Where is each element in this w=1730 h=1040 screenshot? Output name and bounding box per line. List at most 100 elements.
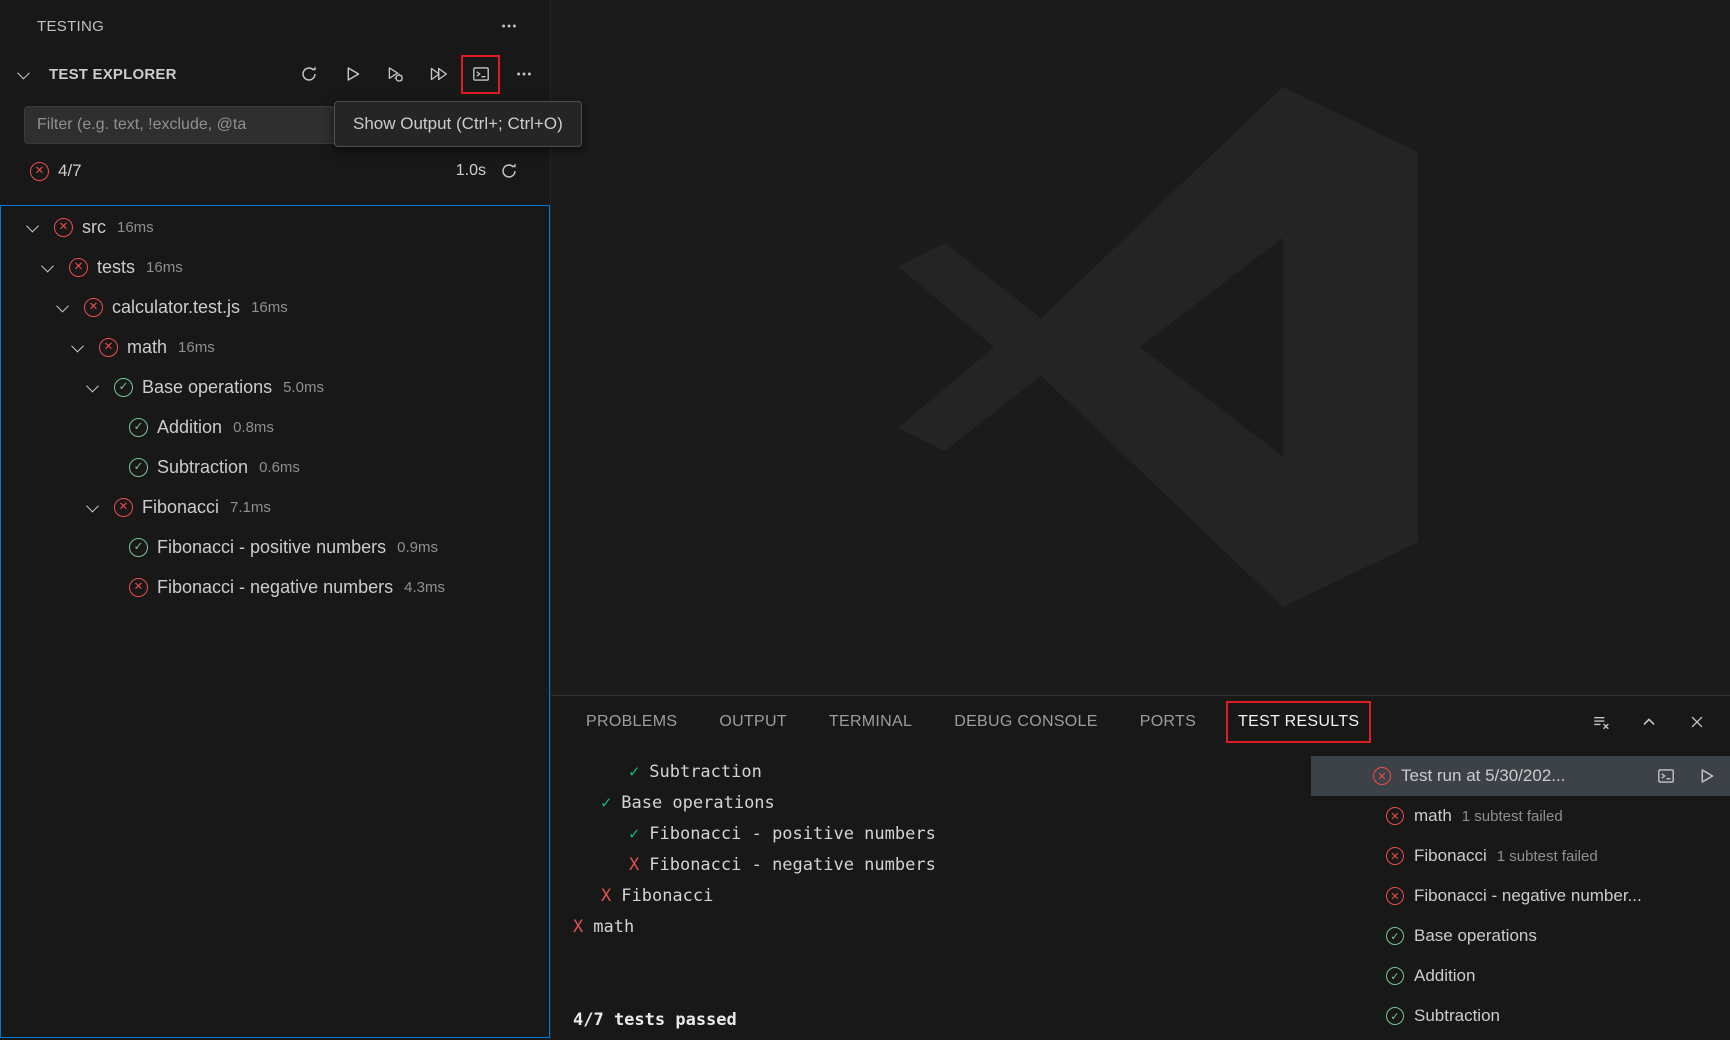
test-fail-icon	[129, 578, 148, 597]
fail-mark: X	[601, 881, 611, 912]
output-line: ✓Fibonacci - positive numbers	[551, 819, 1311, 850]
result-label: Subtraction	[1414, 1006, 1500, 1026]
test-name: math	[127, 337, 167, 358]
tab-terminal[interactable]: TERMINAL	[829, 713, 912, 731]
testing-sidebar: TESTING TEST EXPLORER	[0, 0, 551, 1040]
result-row-math[interactable]: math 1 subtest failed	[1311, 796, 1730, 836]
test-summary: 4/7 tests passed	[551, 1005, 1311, 1036]
output-text: math	[593, 917, 634, 937]
result-row-fibonacci[interactable]: Fibonacci 1 subtest failed	[1311, 836, 1730, 876]
result-label: math	[1414, 806, 1452, 826]
fail-mark: X	[573, 912, 583, 943]
output-spacer	[551, 943, 1311, 1005]
tree-item-fibonacci-negative[interactable]: Fibonacci - negative numbers 4.3ms	[1, 567, 549, 607]
result-label: Fibonacci - negative number...	[1414, 886, 1642, 906]
test-status-row: 4/7 1.0s	[0, 150, 550, 192]
error-icon	[30, 162, 49, 181]
bottom-panel: PROBLEMS OUTPUT TERMINAL DEBUG CONSOLE P…	[551, 695, 1730, 1040]
maximize-panel-icon[interactable]	[1638, 711, 1660, 733]
test-pass-icon	[1386, 927, 1404, 945]
show-output-icon[interactable]	[471, 65, 490, 84]
chevron-down-icon[interactable]	[53, 298, 71, 316]
editor-area	[551, 0, 1730, 695]
test-pass-icon	[129, 538, 148, 557]
test-fail-icon	[54, 218, 73, 237]
result-label: Fibonacci	[1414, 846, 1487, 866]
run-tests-icon[interactable]	[342, 65, 361, 84]
tab-test-results[interactable]: TEST RESULTS	[1238, 713, 1359, 731]
output-text: Fibonacci	[621, 886, 713, 906]
tree-item-src[interactable]: src 16ms	[1, 207, 549, 247]
test-output-console[interactable]: ✓Subtraction ✓Base operations ✓Fibonacci…	[551, 748, 1311, 1040]
tree-item-math[interactable]: math 16ms	[1, 327, 549, 367]
show-run-output-icon[interactable]	[1656, 766, 1676, 786]
test-pass-icon	[129, 418, 148, 437]
tree-item-subtraction[interactable]: Subtraction 0.6ms	[1, 447, 549, 487]
test-explorer-more-icon[interactable]	[514, 65, 533, 84]
rerun-icon[interactable]	[498, 160, 520, 182]
test-pass-icon	[114, 378, 133, 397]
test-fail-icon	[1386, 807, 1404, 825]
test-tree: src 16ms tests 16ms calculator.test.js 1…	[0, 205, 550, 1038]
test-fail-icon	[69, 258, 88, 277]
tree-item-tests[interactable]: tests 16ms	[1, 247, 549, 287]
test-duration: 16ms	[146, 259, 183, 276]
output-text: Subtraction	[649, 762, 762, 782]
clear-output-icon[interactable]	[1590, 711, 1612, 733]
test-name: Base operations	[142, 377, 272, 398]
twisty-placeholder	[98, 578, 116, 596]
test-duration: 5.0ms	[283, 379, 324, 396]
tree-item-addition[interactable]: Addition 0.8ms	[1, 407, 549, 447]
result-row-base-operations[interactable]: Base operations	[1311, 916, 1730, 956]
panel-tabs: PROBLEMS OUTPUT TERMINAL DEBUG CONSOLE P…	[586, 713, 1359, 731]
result-row-subtraction[interactable]: Subtraction	[1311, 996, 1730, 1036]
fail-mark: X	[629, 850, 639, 881]
refresh-tests-icon[interactable]	[299, 65, 318, 84]
result-row-addition[interactable]: Addition	[1311, 956, 1730, 996]
tab-problems[interactable]: PROBLEMS	[586, 713, 677, 731]
tab-debug-console[interactable]: DEBUG CONSOLE	[954, 713, 1098, 731]
chevron-down-icon[interactable]	[83, 378, 101, 396]
more-actions-icon[interactable]	[498, 15, 520, 37]
panel-body: ✓Subtraction ✓Base operations ✓Fibonacci…	[551, 748, 1730, 1040]
output-line: ✓Base operations	[551, 788, 1311, 819]
tree-item-fibonacci[interactable]: Fibonacci 7.1ms	[1, 487, 549, 527]
pass-mark: ✓	[629, 757, 639, 788]
section-label: TEST EXPLORER	[49, 66, 177, 83]
test-duration: 0.6ms	[259, 459, 300, 476]
chevron-down-icon[interactable]	[14, 65, 32, 83]
test-explorer-section-header[interactable]: TEST EXPLORER	[0, 52, 550, 96]
result-row-actions	[1656, 766, 1716, 786]
debug-tests-icon[interactable]	[385, 65, 404, 84]
rerun-test-run-icon[interactable]	[1696, 766, 1716, 786]
output-line: ✓ Subtraction	[551, 757, 1311, 788]
test-fail-icon	[84, 298, 103, 317]
panel-actions	[1590, 711, 1708, 733]
close-panel-icon[interactable]	[1686, 711, 1708, 733]
result-row-fibonacci-negative[interactable]: Fibonacci - negative number...	[1311, 876, 1730, 916]
chevron-down-icon[interactable]	[38, 258, 56, 276]
chevron-down-icon[interactable]	[23, 218, 41, 236]
test-duration: 16ms	[117, 219, 154, 236]
twisty-placeholder	[98, 418, 116, 436]
tree-item-calculator-test-js[interactable]: calculator.test.js 16ms	[1, 287, 549, 327]
sidebar-title: TESTING	[37, 18, 104, 35]
tree-item-base-operations[interactable]: Base operations 5.0ms	[1, 367, 549, 407]
result-row-test-run[interactable]: Test run at 5/30/202...	[1311, 756, 1730, 796]
chevron-down-icon[interactable]	[83, 498, 101, 516]
tab-ports[interactable]: PORTS	[1140, 713, 1196, 731]
test-pass-icon	[129, 458, 148, 477]
tab-output[interactable]: OUTPUT	[719, 713, 787, 731]
result-detail: 1 subtest failed	[1497, 848, 1598, 865]
tests-failed-count: 4/7	[58, 161, 82, 181]
test-fail-icon	[1386, 847, 1404, 865]
tree-item-fibonacci-positive[interactable]: Fibonacci - positive numbers 0.9ms	[1, 527, 549, 567]
run-tests-with-coverage-icon[interactable]	[428, 65, 447, 84]
test-duration: 0.8ms	[233, 419, 274, 436]
twisty-placeholder	[98, 538, 116, 556]
output-text: Base operations	[621, 793, 775, 813]
show-output-tooltip: Show Output (Ctrl+; Ctrl+O)	[334, 101, 582, 147]
pass-mark: ✓	[629, 819, 639, 850]
test-name: Fibonacci - positive numbers	[157, 537, 386, 558]
chevron-down-icon[interactable]	[68, 338, 86, 356]
